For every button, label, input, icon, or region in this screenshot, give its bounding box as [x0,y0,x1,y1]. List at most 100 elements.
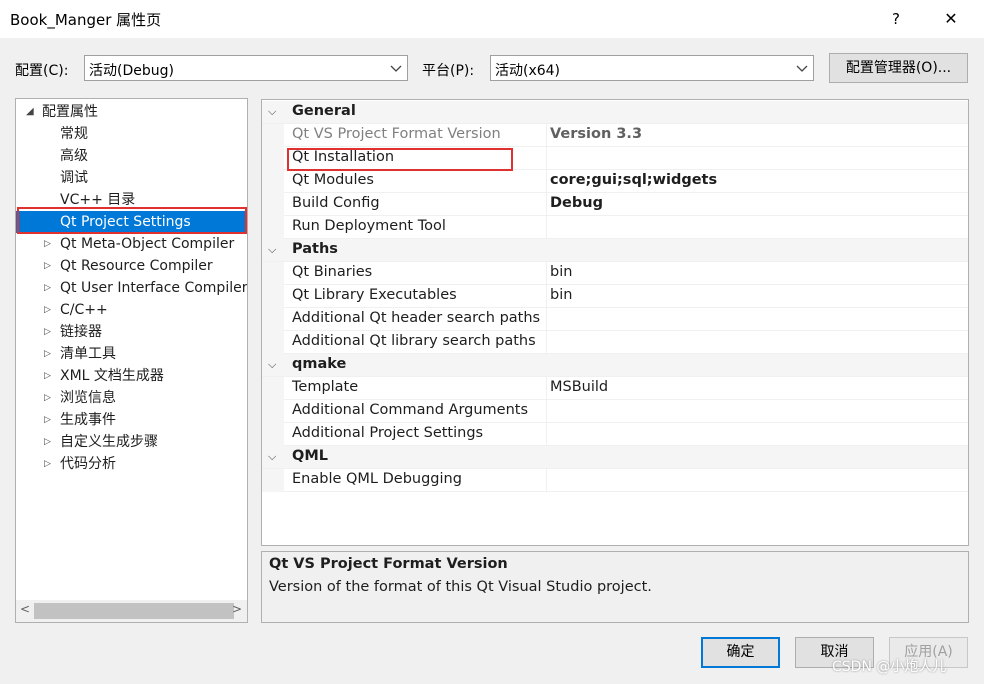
property-value[interactable]: MSBuild [550,379,608,395]
platform-combo[interactable]: 活动(x64) [490,55,814,81]
tree-root[interactable]: ◢ 配置属性 [16,101,247,123]
column-splitter [546,147,547,170]
grid-category[interactable]: ⌵ QML [262,446,968,469]
row-gutter [262,308,284,331]
grid-row[interactable]: Run Deployment Tool [262,216,968,239]
grid-row[interactable]: Additional Qt header search paths [262,308,968,331]
tree-item-label: 浏览信息 [60,390,116,406]
property-value[interactable]: bin [550,287,572,303]
grid-category[interactable]: ⌵ qmake [262,354,968,377]
collapse-icon[interactable]: ⌵ [268,450,276,464]
grid-row[interactable]: Qt Modules core;gui;sql;widgets [262,170,968,193]
grid-row[interactable]: Qt Installation [262,147,968,170]
property-value[interactable]: Debug [550,195,603,211]
row-gutter [262,423,284,446]
grid-row[interactable]: Qt VS Project Format Version Version 3.3 [262,124,968,147]
tree-item[interactable]: Qt Project Settings [16,211,247,233]
grid-row[interactable]: Qt Binaries bin [262,262,968,285]
property-name: Paths [292,241,338,257]
property-value[interactable]: Version 3.3 [550,126,642,142]
expand-icon[interactable]: ▷ [44,431,56,453]
watermark: CSDN @小炮人儿 [832,659,947,675]
tree-item[interactable]: ▷ Qt Resource Compiler [16,255,247,277]
row-gutter [262,262,284,285]
tree-item[interactable]: ▷ 代码分析 [16,453,247,475]
grid-row[interactable]: Additional Command Arguments [262,400,968,423]
tree-item-label: Qt Resource Compiler [60,258,213,274]
property-value[interactable]: bin [550,264,572,280]
chevron-down-icon [796,65,808,72]
tree-item[interactable]: ▷ 链接器 [16,321,247,343]
column-splitter [546,423,547,446]
column-splitter [546,170,547,193]
config-value: 活动(Debug) [89,63,174,79]
description-panel: Qt VS Project Format Version Version of … [261,551,969,623]
grid-row[interactable]: Additional Project Settings [262,423,968,446]
grid-category[interactable]: ⌵ Paths [262,239,968,262]
scroll-right-icon[interactable]: > [232,602,242,616]
column-splitter [546,285,547,308]
expand-icon[interactable]: ▷ [44,255,56,277]
row-gutter [262,377,284,400]
expand-icon[interactable]: ▷ [44,233,56,255]
description-title: Qt VS Project Format Version [269,556,508,572]
expand-icon[interactable]: ▷ [44,387,56,409]
expand-icon[interactable]: ▷ [44,277,56,299]
tree-item[interactable]: ▷ Qt Meta-Object Compiler [16,233,247,255]
tree-horizontal-scrollbar[interactable]: < > [16,600,247,622]
property-name: Template [292,379,359,395]
grid-row[interactable]: Qt Library Executables bin [262,285,968,308]
property-name: Additional Project Settings [292,425,484,441]
tree-item[interactable]: ▷ 清单工具 [16,343,247,365]
close-button[interactable]: ✕ [934,6,968,32]
tree-item[interactable]: ▷ C/C++ [16,299,247,321]
help-button[interactable]: ? [880,6,912,32]
property-name: QML [292,448,328,464]
grid-row[interactable]: Enable QML Debugging [262,469,968,492]
collapse-icon[interactable]: ⌵ [268,243,276,257]
expand-icon[interactable]: ▷ [44,321,56,343]
expand-icon[interactable]: ▷ [44,453,56,475]
grid-row[interactable]: Build Config Debug [262,193,968,216]
property-name: Qt Modules [292,172,374,188]
expand-icon[interactable]: ▷ [44,409,56,431]
scroll-left-icon[interactable]: < [20,602,30,616]
config-combo[interactable]: 活动(Debug) [84,55,408,81]
expand-icon[interactable]: ▷ [44,299,56,321]
tree-item[interactable]: ▷ 自定义生成步骤 [16,431,247,453]
tree-item[interactable]: ▷ 浏览信息 [16,387,247,409]
collapse-icon[interactable]: ⌵ [268,105,276,119]
tree-item[interactable]: 调试 [16,167,247,189]
tree-item[interactable]: ▷ Qt User Interface Compiler [16,277,247,299]
scroll-thumb[interactable] [34,603,234,619]
expand-icon[interactable]: ▷ [44,365,56,387]
ok-button[interactable]: 确定 [701,637,780,668]
column-splitter [546,262,547,285]
expand-icon[interactable]: ▷ [44,343,56,365]
property-name: Enable QML Debugging [292,471,462,487]
tree-item[interactable]: 常规 [16,123,247,145]
tree-item-label: VC++ 目录 [60,192,136,208]
column-splitter [546,400,547,423]
property-name: Run Deployment Tool [292,218,446,234]
tree-item-label: 调试 [60,170,88,186]
tree-item[interactable]: 高级 [16,145,247,167]
tree-item[interactable]: VC++ 目录 [16,189,247,211]
platform-label: 平台(P): [422,63,475,79]
grid-row[interactable]: Template MSBuild [262,377,968,400]
tree-item-label: 代码分析 [60,456,116,472]
grid-row[interactable]: Additional Qt library search paths [262,331,968,354]
grid-category[interactable]: ⌵ General [262,101,968,124]
property-value[interactable]: core;gui;sql;widgets [550,172,717,188]
tree-item[interactable]: ▷ XML 文档生成器 [16,365,247,387]
tree-item[interactable]: ▷ 生成事件 [16,409,247,431]
row-gutter [262,216,284,239]
column-splitter [546,331,547,354]
column-splitter [546,469,547,492]
collapse-icon[interactable]: ⌵ [268,358,276,372]
config-manager-button[interactable]: 配置管理器(O)... [829,53,968,83]
property-name: Qt Library Executables [292,287,457,303]
tree-item-label: 生成事件 [60,412,116,428]
row-gutter [262,147,284,170]
row-gutter [262,170,284,193]
